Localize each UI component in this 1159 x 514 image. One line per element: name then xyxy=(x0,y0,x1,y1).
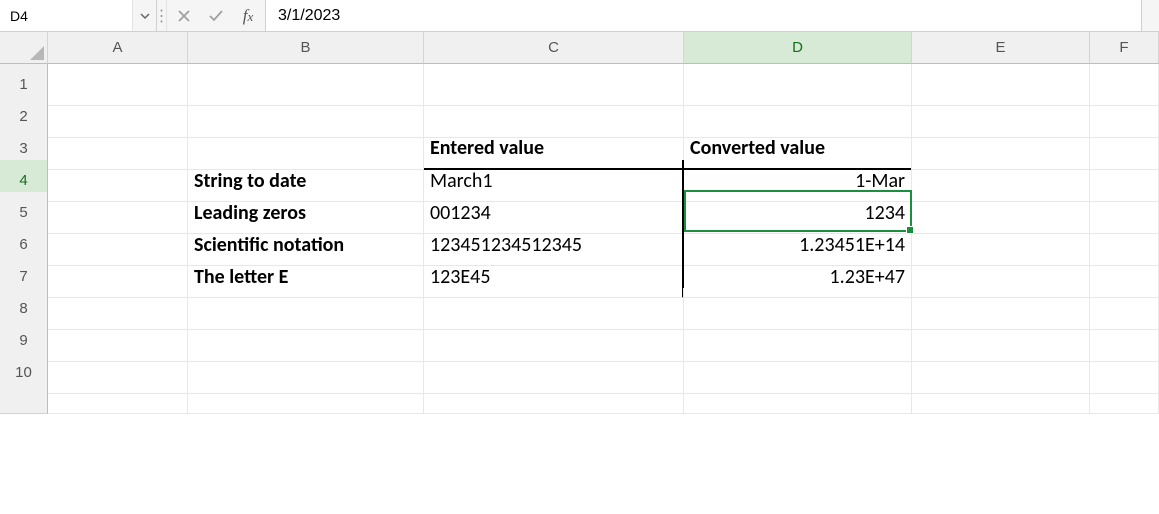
name-box[interactable] xyxy=(0,0,132,31)
x-icon xyxy=(177,9,191,23)
formula-bar-grip[interactable]: ⋮ xyxy=(157,0,167,31)
col-header-A[interactable]: A xyxy=(48,32,188,64)
col-header-D[interactable]: D xyxy=(684,32,912,64)
select-all-corner[interactable] xyxy=(0,32,48,64)
enter-button[interactable] xyxy=(207,7,225,25)
row-header-11[interactable] xyxy=(0,384,48,414)
col-header-B[interactable]: B xyxy=(188,32,424,64)
col-header-F[interactable]: F xyxy=(1090,32,1159,64)
check-icon xyxy=(208,9,224,23)
col-header-C[interactable]: C xyxy=(424,32,684,64)
cell-F11[interactable] xyxy=(1090,384,1159,414)
cell-B11[interactable] xyxy=(188,384,424,414)
name-box-dropdown[interactable] xyxy=(132,0,156,31)
chevron-down-icon xyxy=(140,11,150,21)
cancel-button[interactable] xyxy=(175,7,193,25)
insert-function-button[interactable]: fx xyxy=(239,7,257,25)
formula-input[interactable] xyxy=(266,0,1159,31)
fx-icon: fx xyxy=(243,6,254,26)
cell-D11[interactable] xyxy=(684,384,912,414)
spreadsheet-grid[interactable]: A B C D E F 1 2 3 Entered value Converte… xyxy=(0,32,1159,416)
cell-E11[interactable] xyxy=(912,384,1090,414)
col-header-E[interactable]: E xyxy=(912,32,1090,64)
cell-A11[interactable] xyxy=(48,384,188,414)
cell-C11[interactable] xyxy=(424,384,684,414)
formula-bar-expand[interactable] xyxy=(1141,0,1159,32)
